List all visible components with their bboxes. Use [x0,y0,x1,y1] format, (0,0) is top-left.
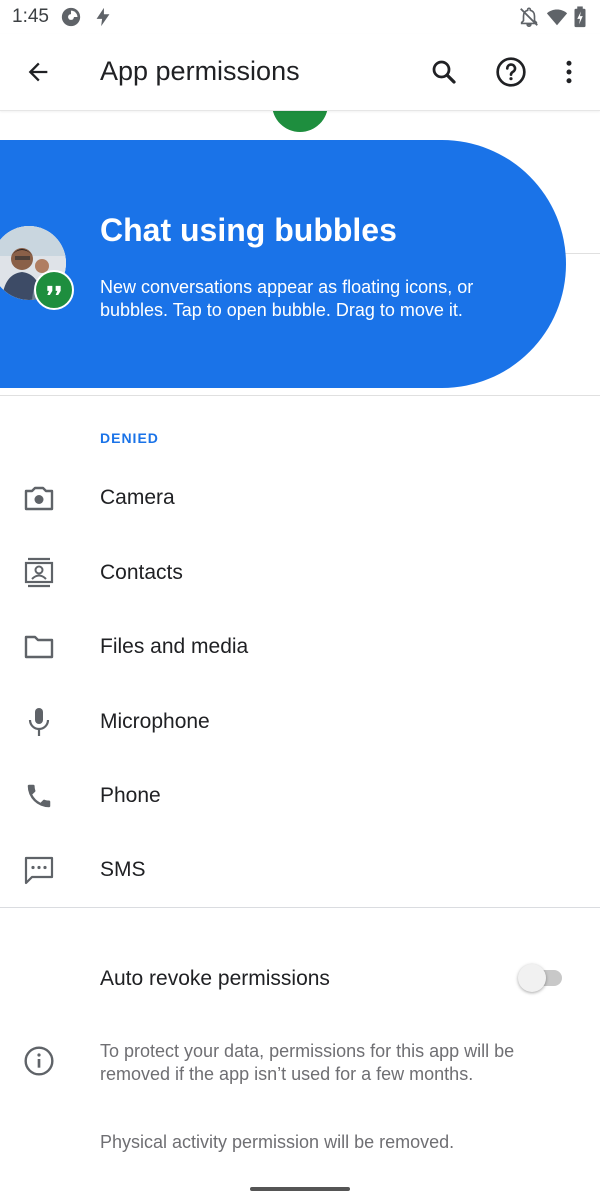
app-bar: App permissions [0,34,600,111]
status-bar: 1:45 [0,0,600,34]
permission-label: Contacts [100,561,183,584]
bubble-banner[interactable]: Chat using bubbles New conversations app… [0,140,566,388]
data-saver-icon [61,7,81,27]
chat-quote-icon [34,270,74,310]
info-icon [24,1046,54,1076]
more-options-button[interactable] [545,48,593,96]
notifications-off-icon [520,7,538,27]
permission-files-and-media[interactable]: Files and media [0,609,600,683]
permission-label: Phone [100,784,161,807]
permission-sms[interactable]: SMS [0,832,600,906]
permission-label: Microphone [100,710,210,733]
battery-charging-icon [574,6,586,28]
denied-header: DENIED [100,430,159,446]
gesture-nav-handle[interactable] [250,1187,350,1191]
arrow-back-icon [28,62,48,82]
help-button[interactable] [487,48,535,96]
permission-contacts[interactable]: Contacts [0,535,600,609]
bubble-title: Chat using bubbles [100,212,397,248]
contacts-icon [20,557,58,588]
section-divider [0,395,600,396]
help-icon [496,57,526,87]
permission-microphone[interactable]: Microphone [0,684,600,758]
wifi-icon [546,9,568,26]
lightning-icon [96,7,110,27]
status-time: 1:45 [12,6,49,27]
background-divider [560,253,600,254]
auto-revoke-label: Auto revoke permissions [100,967,330,990]
permission-label: SMS [100,858,146,881]
permission-camera[interactable]: Camera [0,460,600,534]
auto-revoke-toggle[interactable] [518,964,564,992]
back-button[interactable] [14,48,62,96]
search-button[interactable] [420,48,468,96]
folder-icon [20,632,58,662]
sms-icon [20,855,58,885]
permission-label: Files and media [100,635,249,658]
microphone-icon [20,707,58,737]
permission-phone[interactable]: Phone [0,758,600,832]
divider [0,907,600,908]
permission-label: Camera [100,486,175,509]
activity-note: Physical activity permission will be rem… [100,1132,455,1152]
bubble-description: New conversations appear as floating ico… [100,277,474,320]
camera-icon [20,483,58,513]
toggle-thumb [518,964,546,992]
phone-icon [20,781,58,811]
search-icon [432,60,456,84]
page-title: App permissions [100,56,300,86]
info-text: To protect your data, permissions for th… [100,1041,515,1084]
more-vert-icon [566,60,572,84]
